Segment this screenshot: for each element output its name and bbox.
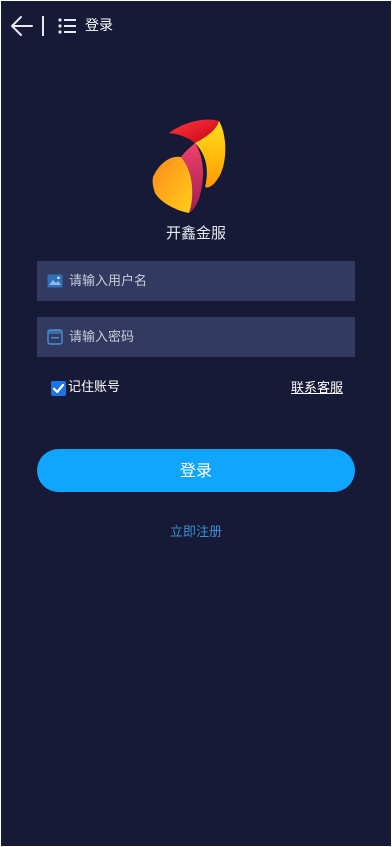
lock-card-icon <box>47 329 63 345</box>
user-card-icon <box>47 274 63 288</box>
login-button[interactable]: 登录 <box>37 449 355 492</box>
checkmark-icon <box>52 383 65 393</box>
username-input[interactable] <box>69 261 349 301</box>
login-screen: 登录 开鑫金服 请输入用户名 记住账号 联系客服 登录 立即注册 <box>1 1 391 846</box>
brand-logo <box>151 115 231 217</box>
header-divider <box>42 16 44 36</box>
brand-name: 开鑫金服 <box>165 224 226 242</box>
page-title: 登录 <box>85 18 113 34</box>
header-bar: 登录 <box>1 1 391 49</box>
remember-checkbox[interactable] <box>51 380 66 396</box>
remember-label[interactable]: 记住账号 <box>68 378 120 398</box>
contact-support-link[interactable]: 联系客服 <box>291 380 343 398</box>
password-field[interactable] <box>37 317 355 357</box>
remember-row: 记住账号 <box>49 378 120 398</box>
list-menu-icon <box>58 18 76 34</box>
register-link[interactable]: 立即注册 <box>1 523 391 543</box>
password-input[interactable] <box>69 317 349 357</box>
menu-button[interactable] <box>57 16 77 36</box>
back-button[interactable] <box>9 13 35 39</box>
username-field[interactable] <box>37 261 355 301</box>
back-arrow-icon <box>11 16 33 36</box>
